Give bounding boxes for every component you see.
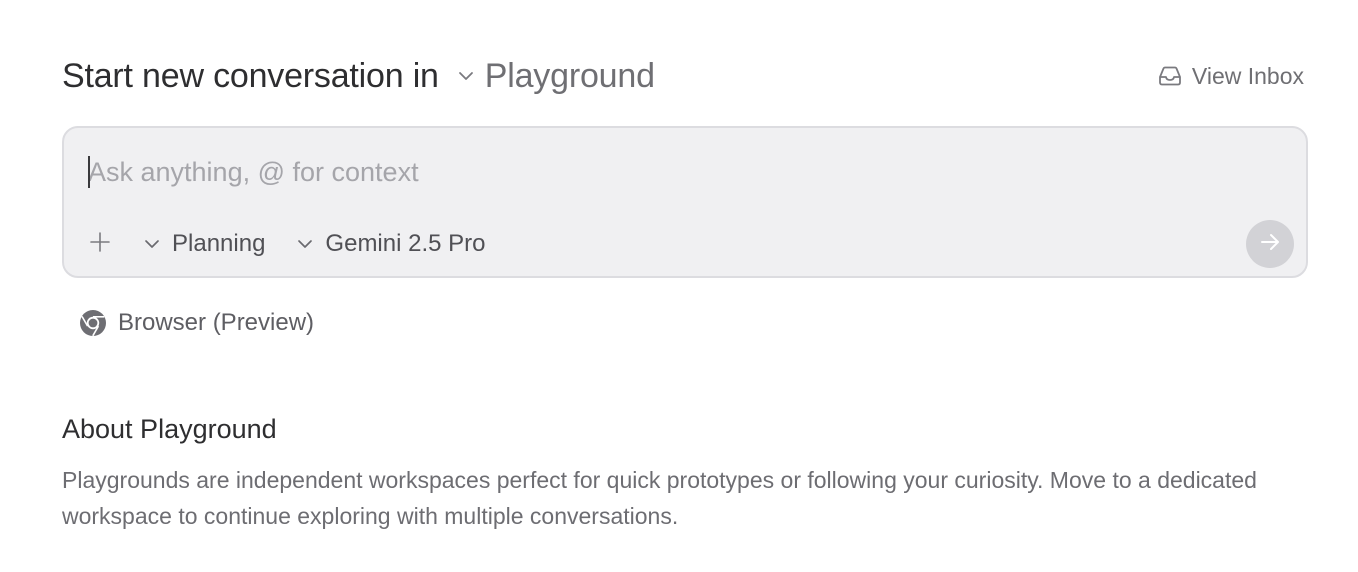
page-title: Start new conversation in: [62, 56, 439, 95]
browser-preview-toggle[interactable]: Browser (Preview): [78, 304, 314, 342]
prompt-box: Planning Gemini 2.5 Pro: [62, 126, 1308, 278]
model-label: Gemini 2.5 Pro: [325, 230, 486, 257]
view-inbox-button[interactable]: View Inbox: [1156, 62, 1310, 90]
about-description: Playgrounds are independent workspaces p…: [62, 467, 1257, 529]
about-title: About Playground: [62, 414, 277, 444]
mode-dropdown[interactable]: Planning: [142, 230, 265, 258]
plus-icon: [88, 230, 112, 259]
prompt-input[interactable]: [88, 150, 1238, 194]
arrow-right-icon: [1257, 229, 1283, 260]
workspace-selector[interactable]: Playground: [455, 57, 655, 96]
inbox-icon: [1156, 62, 1184, 90]
workspace-name: Playground: [484, 56, 655, 95]
mode-label: Planning: [172, 230, 266, 257]
chevron-down-icon: [295, 234, 315, 254]
chevron-down-icon: [142, 234, 162, 254]
prompt-controls: Planning Gemini 2.5 Pro: [82, 224, 516, 264]
send-button[interactable]: [1246, 220, 1294, 268]
view-inbox-label: View Inbox: [1191, 62, 1304, 89]
header: Start new conversation in Playground Vie…: [62, 52, 1310, 100]
browser-label: Browser (Preview): [118, 309, 315, 336]
new-conversation-page: Start new conversation in Playground Vie…: [0, 0, 1358, 572]
model-dropdown[interactable]: Gemini 2.5 Pro: [295, 230, 486, 258]
chrome-icon: [78, 308, 108, 338]
add-context-button[interactable]: [82, 226, 118, 262]
chevron-down-icon: [455, 65, 477, 87]
text-caret: [88, 156, 90, 188]
